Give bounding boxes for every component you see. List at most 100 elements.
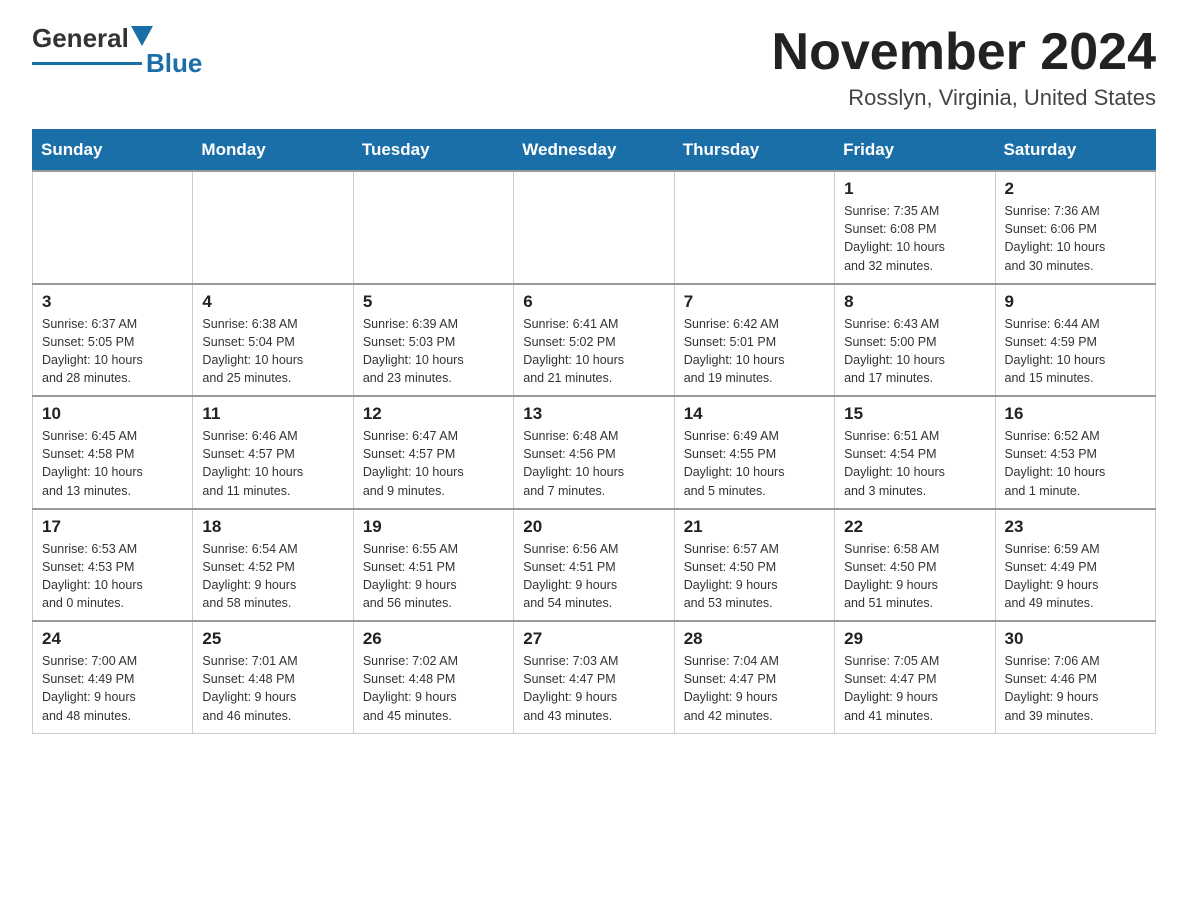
day-info: Sunrise: 6:57 AM Sunset: 4:50 PM Dayligh… (684, 540, 825, 613)
day-cell: 27Sunrise: 7:03 AM Sunset: 4:47 PM Dayli… (514, 621, 674, 733)
day-info: Sunrise: 6:53 AM Sunset: 4:53 PM Dayligh… (42, 540, 183, 613)
day-number: 1 (844, 179, 985, 199)
header-saturday: Saturday (995, 130, 1155, 172)
day-cell: 18 Sunrise: 6:54 AM Sunset: 4:52 PM Dayli… (193, 509, 353, 622)
day-cell: 23 Sunrise: 6:59 AM Sunset: 4:49 PM Dayli… (995, 509, 1155, 622)
day-info: Sunrise: 6:38 AM Sunset: 5:04 PM Dayligh… (202, 315, 343, 388)
day-info: Sunrise: 6:41 AM Sunset: 5:02 PM Dayligh… (523, 315, 664, 388)
day-cell: 8Sunrise: 6:43 AM Sunset: 5:00 PM Daylig… (835, 284, 995, 397)
logo-line (32, 62, 142, 65)
day-number: 16 (1005, 404, 1146, 424)
day-info: Sunrise: 6:46 AM Sunset: 4:57 PM Dayligh… (202, 427, 343, 500)
day-number: 18 (202, 517, 343, 537)
day-number: 14 (684, 404, 825, 424)
day-info: Sunrise: 6:59 AM Sunset: 4:49 PM Dayligh… (1005, 540, 1146, 613)
logo-blue-text: Blue (146, 49, 202, 78)
day-number: 30 (1005, 629, 1146, 649)
day-cell (193, 171, 353, 284)
day-number: 7 (684, 292, 825, 312)
day-number: 28 (684, 629, 825, 649)
day-headers-row: Sunday Monday Tuesday Wednesday Thursday… (33, 130, 1156, 172)
day-number: 24 (42, 629, 183, 649)
day-number: 6 (523, 292, 664, 312)
day-cell: 2 Sunrise: 7:36 AM Sunset: 6:06 PM Daylig… (995, 171, 1155, 284)
day-info: Sunrise: 6:42 AM Sunset: 5:01 PM Dayligh… (684, 315, 825, 388)
day-info: Sunrise: 6:55 AM Sunset: 4:51 PM Dayligh… (363, 540, 504, 613)
day-cell: 6 Sunrise: 6:41 AM Sunset: 5:02 PM Daylig… (514, 284, 674, 397)
logo: General Blue (32, 24, 202, 77)
day-cell: 20Sunrise: 6:56 AM Sunset: 4:51 PM Dayli… (514, 509, 674, 622)
day-number: 21 (684, 517, 825, 537)
logo-triangle-icon (131, 26, 153, 46)
day-number: 8 (844, 292, 985, 312)
day-number: 29 (844, 629, 985, 649)
day-info: Sunrise: 7:06 AM Sunset: 4:46 PM Dayligh… (1005, 652, 1146, 725)
day-info: Sunrise: 6:48 AM Sunset: 4:56 PM Dayligh… (523, 427, 664, 500)
day-info: Sunrise: 6:47 AM Sunset: 4:57 PM Dayligh… (363, 427, 504, 500)
week-row-3: 10 Sunrise: 6:45 AM Sunset: 4:58 PM Dayli… (33, 396, 1156, 509)
day-number: 9 (1005, 292, 1146, 312)
day-number: 13 (523, 404, 664, 424)
day-cell (514, 171, 674, 284)
day-cell: 1Sunrise: 7:35 AM Sunset: 6:08 PM Daylig… (835, 171, 995, 284)
day-info: Sunrise: 7:36 AM Sunset: 6:06 PM Dayligh… (1005, 202, 1146, 275)
day-number: 2 (1005, 179, 1146, 199)
day-cell: 19 Sunrise: 6:55 AM Sunset: 4:51 PM Dayli… (353, 509, 513, 622)
week-row-4: 17 Sunrise: 6:53 AM Sunset: 4:53 PM Dayli… (33, 509, 1156, 622)
day-info: Sunrise: 7:03 AM Sunset: 4:47 PM Dayligh… (523, 652, 664, 725)
header-tuesday: Tuesday (353, 130, 513, 172)
day-number: 10 (42, 404, 183, 424)
header-sunday: Sunday (33, 130, 193, 172)
day-number: 25 (202, 629, 343, 649)
day-cell: 12 Sunrise: 6:47 AM Sunset: 4:57 PM Dayli… (353, 396, 513, 509)
header-wednesday: Wednesday (514, 130, 674, 172)
day-cell: 3 Sunrise: 6:37 AM Sunset: 5:05 PM Daylig… (33, 284, 193, 397)
day-number: 23 (1005, 517, 1146, 537)
day-info: Sunrise: 6:56 AM Sunset: 4:51 PM Dayligh… (523, 540, 664, 613)
day-info: Sunrise: 6:49 AM Sunset: 4:55 PM Dayligh… (684, 427, 825, 500)
day-info: Sunrise: 7:04 AM Sunset: 4:47 PM Dayligh… (684, 652, 825, 725)
day-cell: 7 Sunrise: 6:42 AM Sunset: 5:01 PM Daylig… (674, 284, 834, 397)
day-number: 11 (202, 404, 343, 424)
day-cell: 15 Sunrise: 6:51 AM Sunset: 4:54 PM Dayli… (835, 396, 995, 509)
day-cell: 29 Sunrise: 7:05 AM Sunset: 4:47 PM Dayli… (835, 621, 995, 733)
day-info: Sunrise: 6:58 AM Sunset: 4:50 PM Dayligh… (844, 540, 985, 613)
day-info: Sunrise: 6:45 AM Sunset: 4:58 PM Dayligh… (42, 427, 183, 500)
calendar-subtitle: Rosslyn, Virginia, United States (772, 85, 1156, 111)
day-cell: 10 Sunrise: 6:45 AM Sunset: 4:58 PM Dayli… (33, 396, 193, 509)
day-info: Sunrise: 7:05 AM Sunset: 4:47 PM Dayligh… (844, 652, 985, 725)
day-cell: 5Sunrise: 6:39 AM Sunset: 5:03 PM Daylig… (353, 284, 513, 397)
day-number: 26 (363, 629, 504, 649)
day-cell: 17 Sunrise: 6:53 AM Sunset: 4:53 PM Dayli… (33, 509, 193, 622)
day-cell: 30 Sunrise: 7:06 AM Sunset: 4:46 PM Dayli… (995, 621, 1155, 733)
day-number: 12 (363, 404, 504, 424)
day-info: Sunrise: 6:51 AM Sunset: 4:54 PM Dayligh… (844, 427, 985, 500)
day-cell: 24Sunrise: 7:00 AM Sunset: 4:49 PM Dayli… (33, 621, 193, 733)
day-cell: 14 Sunrise: 6:49 AM Sunset: 4:55 PM Dayli… (674, 396, 834, 509)
day-number: 22 (844, 517, 985, 537)
day-number: 4 (202, 292, 343, 312)
day-cell (674, 171, 834, 284)
day-number: 3 (42, 292, 183, 312)
day-cell: 13 Sunrise: 6:48 AM Sunset: 4:56 PM Dayli… (514, 396, 674, 509)
day-info: Sunrise: 6:44 AM Sunset: 4:59 PM Dayligh… (1005, 315, 1146, 388)
day-cell (33, 171, 193, 284)
day-cell: 28 Sunrise: 7:04 AM Sunset: 4:47 PM Dayli… (674, 621, 834, 733)
calendar-title-area: November 2024 Rosslyn, Virginia, United … (772, 24, 1156, 111)
day-number: 15 (844, 404, 985, 424)
day-number: 5 (363, 292, 504, 312)
day-info: Sunrise: 6:37 AM Sunset: 5:05 PM Dayligh… (42, 315, 183, 388)
week-row-1: 1Sunrise: 7:35 AM Sunset: 6:08 PM Daylig… (33, 171, 1156, 284)
week-row-5: 24Sunrise: 7:00 AM Sunset: 4:49 PM Dayli… (33, 621, 1156, 733)
day-number: 19 (363, 517, 504, 537)
day-cell: 25Sunrise: 7:01 AM Sunset: 4:48 PM Dayli… (193, 621, 353, 733)
day-cell: 21 Sunrise: 6:57 AM Sunset: 4:50 PM Dayli… (674, 509, 834, 622)
day-cell: 11 Sunrise: 6:46 AM Sunset: 4:57 PM Dayli… (193, 396, 353, 509)
day-info: Sunrise: 6:52 AM Sunset: 4:53 PM Dayligh… (1005, 427, 1146, 500)
day-info: Sunrise: 6:54 AM Sunset: 4:52 PM Dayligh… (202, 540, 343, 613)
calendar-title: November 2024 (772, 24, 1156, 81)
day-cell: 26Sunrise: 7:02 AM Sunset: 4:48 PM Dayli… (353, 621, 513, 733)
header-friday: Friday (835, 130, 995, 172)
calendar-table: Sunday Monday Tuesday Wednesday Thursday… (32, 129, 1156, 734)
day-number: 17 (42, 517, 183, 537)
